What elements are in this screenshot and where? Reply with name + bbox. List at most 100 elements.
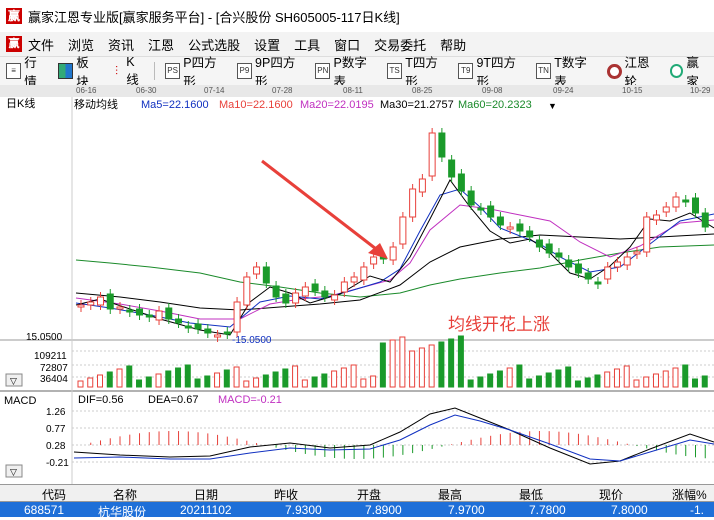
ma30-value: Ma30=21.2757 <box>380 99 454 111</box>
macd-panel-label: MACD <box>4 395 36 407</box>
volume-bar <box>243 380 250 388</box>
table-row[interactable]: 688571 杭华股份 20211102 7.9300 7.8900 7.970… <box>0 502 714 519</box>
col-header[interactable]: 现价 <box>599 486 623 503</box>
candle <box>204 328 212 334</box>
candle <box>184 325 192 329</box>
cell-name: 杭华股份 <box>98 505 147 519</box>
pn-icon: PN <box>315 63 331 79</box>
volume-bar <box>331 370 338 388</box>
candle <box>116 306 124 310</box>
date-tick: 09-24 <box>553 86 574 95</box>
volume-bar <box>457 335 464 388</box>
volume-bar <box>204 375 211 388</box>
menu-logo-icon[interactable]: 赢 <box>6 36 22 52</box>
date-tick: 07-14 <box>204 86 225 95</box>
candle <box>360 266 368 281</box>
volume-bar <box>535 375 542 388</box>
col-header[interactable]: 开盘 <box>357 486 381 503</box>
window-title: 赢家江恩专业版[赢家服务平台] - [合兴股份 SH605005-117日K线] <box>28 9 400 25</box>
ps-icon: PS <box>164 63 181 79</box>
title-bar: 赢 赢家江恩专业版[赢家服务平台] - [合兴股份 SH605005-117日K… <box>0 0 714 32</box>
p9-icon: P9 <box>236 63 253 79</box>
volume-bar <box>292 365 299 388</box>
candle <box>253 266 261 275</box>
menu-gann[interactable]: 江恩 <box>148 35 174 54</box>
candle <box>633 251 641 255</box>
candle <box>292 292 300 304</box>
volume-bar <box>321 373 328 388</box>
candle <box>682 199 690 203</box>
volume-bar <box>574 380 581 388</box>
candle <box>282 293 290 304</box>
volume-bar <box>526 378 533 388</box>
volume-bar <box>584 377 591 388</box>
date-tick: 07-28 <box>272 86 293 95</box>
candle <box>555 252 563 258</box>
candle <box>272 285 280 298</box>
volume-bar <box>301 379 308 388</box>
col-header[interactable]: 最高 <box>438 486 462 503</box>
volume-bar <box>545 372 552 388</box>
menu-tools[interactable]: 工具 <box>294 35 320 54</box>
candle <box>350 276 358 283</box>
macd-dif-value: DIF=0.56 <box>78 394 124 406</box>
kline-panel-label: 日K线 <box>6 97 35 110</box>
col-header[interactable]: 日期 <box>194 486 218 503</box>
candle <box>448 159 456 178</box>
menu-help[interactable]: 帮助 <box>440 35 466 54</box>
col-header[interactable]: 代码 <box>42 486 66 503</box>
candle <box>301 286 309 297</box>
candle <box>496 216 504 226</box>
menu-window[interactable]: 窗口 <box>334 35 360 54</box>
volume-bar <box>477 376 484 388</box>
col-header[interactable]: 昨收 <box>274 486 298 503</box>
volume-bar <box>350 364 357 388</box>
candle <box>457 173 465 192</box>
volume-bar <box>136 379 143 388</box>
collapse-arrow-icon: ▽ <box>10 467 17 477</box>
volume-bar <box>87 377 94 388</box>
candle <box>321 290 329 298</box>
volume-bar <box>487 373 494 388</box>
volume-bar <box>262 374 269 388</box>
candle <box>652 214 660 221</box>
volume-bar <box>643 376 650 388</box>
candle <box>467 190 475 206</box>
volume-bar <box>399 336 406 388</box>
menu-settings[interactable]: 设置 <box>254 35 280 54</box>
menu-info[interactable]: 资讯 <box>108 35 134 54</box>
cell-high: 7.9700 <box>448 503 485 517</box>
volume-bar <box>116 368 123 388</box>
menu-file[interactable]: 文件 <box>28 35 54 54</box>
menu-formula[interactable]: 公式选股 <box>188 35 240 54</box>
candle <box>584 272 592 280</box>
candle <box>701 212 709 228</box>
dropdown-arrow-icon[interactable]: ▼ <box>548 101 557 111</box>
volume-bar <box>77 380 84 388</box>
volume-bar <box>516 364 523 388</box>
menu-browse[interactable]: 浏览 <box>68 35 94 54</box>
candle <box>106 293 114 310</box>
ma60-value: Ma60=20.2323 <box>458 99 532 111</box>
date-axis: 06-16 06-30 07-14 07-28 08-11 08-25 09-0… <box>0 85 714 97</box>
candle <box>623 256 631 266</box>
volume-bar <box>604 371 611 388</box>
low-price-marker: -15.0500 <box>232 335 272 346</box>
col-header[interactable]: 涨幅% <box>672 486 707 503</box>
volume-bar <box>360 378 367 388</box>
cell-prev-close: 7.9300 <box>285 503 322 517</box>
date-tick: 10-15 <box>622 86 643 95</box>
volume-bar <box>282 368 289 388</box>
col-header[interactable]: 最低 <box>519 486 543 503</box>
kline-chart[interactable]: 日K线 移动均线 Ma5=22.1600 Ma10=22.1600 Ma20=2… <box>0 97 714 484</box>
volume-bar <box>223 369 230 388</box>
menu-trade[interactable]: 交易委托 <box>374 35 426 54</box>
candle <box>331 294 339 301</box>
ma-indicator-name: 移动均线 <box>74 97 118 111</box>
cell-date: 20211102 <box>180 503 232 517</box>
col-header[interactable]: 名称 <box>113 486 137 503</box>
ma20-value: Ma20=22.0195 <box>300 99 374 111</box>
volume-bar <box>106 371 113 388</box>
candle <box>136 308 144 316</box>
toolbar-kline-button[interactable]: ⫶ K线 <box>110 55 146 88</box>
